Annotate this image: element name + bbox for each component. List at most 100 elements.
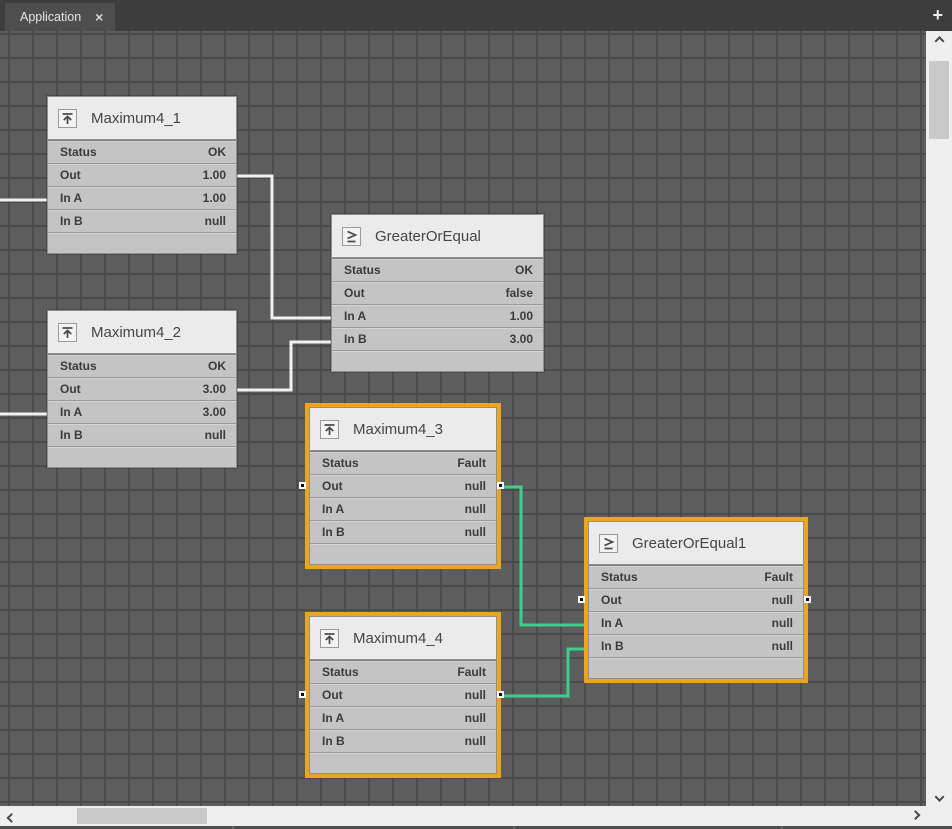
node-Maximum4_1[interactable]: Maximum4_1 Status OK Out1.00In A1.00In Bnul… <box>47 96 237 254</box>
node-row-out[interactable]: Outfalse <box>332 281 543 304</box>
row-value: null <box>465 688 486 702</box>
vertical-scrollbar[interactable] <box>926 31 952 806</box>
port-Maximum4_4-out-right[interactable] <box>497 691 504 698</box>
port-Maximum4_3-out-right[interactable] <box>497 482 504 489</box>
row-label: In A <box>322 502 344 516</box>
row-value: Fault <box>457 665 486 679</box>
node-Maximum4_3[interactable]: Maximum4_3StatusFaultOutnullIn AnullIn B… <box>309 407 497 565</box>
node-row-out[interactable]: Out 3.00 <box>48 377 236 400</box>
row-label: Out <box>344 286 365 300</box>
node-row-in-a[interactable]: In Anull <box>589 611 803 634</box>
tab-label: Application <box>20 10 81 24</box>
row-value: 1.00 <box>203 168 226 182</box>
node-row-in-a[interactable]: In A null <box>310 497 496 520</box>
row-label: In B <box>601 639 624 653</box>
node-title: Maximum4_1 <box>91 110 181 127</box>
node-title: Maximum4_2 <box>91 324 181 341</box>
wire-maximum4_4-out-to-greaterorequal1-in-b[interactable] <box>502 649 587 696</box>
node-Maximum4_2[interactable]: Maximum4_2 Status OK Out 3.00 In A 3.00 In Bnul… <box>47 310 237 468</box>
node-footer <box>332 350 543 371</box>
wire-maximum4_1-out-to-greaterorequal-in-a[interactable] <box>237 176 331 318</box>
row-value: null <box>465 734 486 748</box>
tab-application[interactable]: Application × <box>5 3 115 31</box>
row-label: In B <box>322 734 345 748</box>
row-label: Status <box>60 359 97 373</box>
row-label: Out <box>601 593 622 607</box>
node-row-out[interactable]: Out1.00 <box>48 163 236 186</box>
node-GreaterOrEqual1[interactable]: GreaterOrEqual1StatusFaultOutnullIn Anul… <box>588 521 804 679</box>
port-Maximum4_4-out-left[interactable] <box>299 691 306 698</box>
wire-maximum4_2-out-to-greaterorequal-in-b[interactable] <box>237 342 331 390</box>
node-title: GreaterOrEqual <box>375 228 481 245</box>
row-label: Status <box>322 456 359 470</box>
node-footer <box>310 752 496 773</box>
node-row-status[interactable]: Status OK <box>48 354 236 377</box>
row-value: OK <box>208 359 226 373</box>
row-value: 1.00 <box>203 191 226 205</box>
node-row-status[interactable]: StatusFault <box>589 565 803 588</box>
node-GreaterOrEqual[interactable]: GreaterOrEqual StatusOKOutfalseIn A1.00In… <box>331 214 544 372</box>
row-value: 3.00 <box>203 382 226 396</box>
scroll-down-button[interactable] <box>926 784 952 806</box>
wire-maximum4_3-out-to-greaterorequal1-in-a[interactable] <box>502 487 587 625</box>
scroll-up-button[interactable] <box>926 31 952 53</box>
scroll-right-button[interactable] <box>904 806 926 826</box>
node-header[interactable]: Maximum4_2 <box>48 311 236 354</box>
node-row-in-b[interactable]: In B null <box>310 520 496 543</box>
row-label: In B <box>322 525 345 539</box>
node-row-in-b[interactable]: In Bnull <box>48 209 236 232</box>
row-value: OK <box>208 145 226 159</box>
row-value: null <box>772 616 793 630</box>
node-title: GreaterOrEqual1 <box>632 535 746 552</box>
row-value: null <box>465 502 486 516</box>
node-header[interactable]: GreaterOrEqual <box>332 215 543 258</box>
node-row-status[interactable]: Status OK <box>48 140 236 163</box>
row-value: null <box>465 525 486 539</box>
node-header[interactable]: GreaterOrEqual1 <box>589 522 803 565</box>
vertical-scroll-thumb[interactable] <box>929 61 949 139</box>
maximum-icon <box>58 323 77 342</box>
node-row-out[interactable]: Outnull <box>310 474 496 497</box>
row-value: 3.00 <box>203 405 226 419</box>
node-header[interactable]: Maximum4_1 <box>48 97 236 140</box>
node-row-in-a[interactable]: In A1.00 <box>48 186 236 209</box>
node-row-in-a[interactable]: In A1.00 <box>332 304 543 327</box>
node-row-in-a[interactable]: In Anull <box>310 706 496 729</box>
maximum-icon <box>58 109 77 128</box>
node-header[interactable]: Maximum4_3 <box>310 408 496 451</box>
chevron-down-icon <box>934 791 944 801</box>
node-row-status[interactable]: StatusOK <box>332 258 543 281</box>
greater-or-equal-icon <box>342 227 361 246</box>
port-Maximum4_3-out-left[interactable] <box>299 482 306 489</box>
node-title: Maximum4_4 <box>353 630 443 647</box>
port-GreaterOrEqual1-out-left[interactable] <box>578 596 585 603</box>
node-footer <box>589 657 803 678</box>
node-row-status[interactable]: StatusFault <box>310 451 496 474</box>
node-row-in-a[interactable]: In A 3.00 <box>48 400 236 423</box>
horizontal-scrollbar[interactable] <box>0 806 926 826</box>
node-row-in-b[interactable]: In Bnull <box>48 423 236 446</box>
row-value: null <box>772 593 793 607</box>
row-label: Out <box>322 688 343 702</box>
node-footer <box>48 232 236 253</box>
row-label: In A <box>60 405 82 419</box>
row-label: Status <box>60 145 97 159</box>
diagram-canvas[interactable]: Maximum4_1StatusOKOut1.00In A1.00In Bnul… <box>0 31 926 806</box>
node-row-in-b[interactable]: In B3.00 <box>332 327 543 350</box>
node-row-status[interactable]: StatusFault <box>310 660 496 683</box>
node-row-out[interactable]: Out null <box>589 588 803 611</box>
node-row-in-b[interactable]: In B null <box>310 729 496 752</box>
node-header[interactable]: Maximum4_4 <box>310 617 496 660</box>
tab-bar: Application × + <box>0 0 952 31</box>
add-tab-button[interactable]: + <box>932 4 943 26</box>
row-label: Out <box>60 382 81 396</box>
tab-close-icon[interactable]: × <box>95 10 103 24</box>
row-value: Fault <box>764 570 793 584</box>
node-Maximum4_4[interactable]: Maximum4_4StatusFaultOutnullIn AnullIn B… <box>309 616 497 774</box>
node-row-out[interactable]: Out null <box>310 683 496 706</box>
node-row-in-b[interactable]: In Bnull <box>589 634 803 657</box>
row-value: null <box>205 214 226 228</box>
scroll-left-button[interactable] <box>0 806 22 826</box>
horizontal-scroll-thumb[interactable] <box>77 808 207 824</box>
port-GreaterOrEqual1-out-right[interactable] <box>804 596 811 603</box>
